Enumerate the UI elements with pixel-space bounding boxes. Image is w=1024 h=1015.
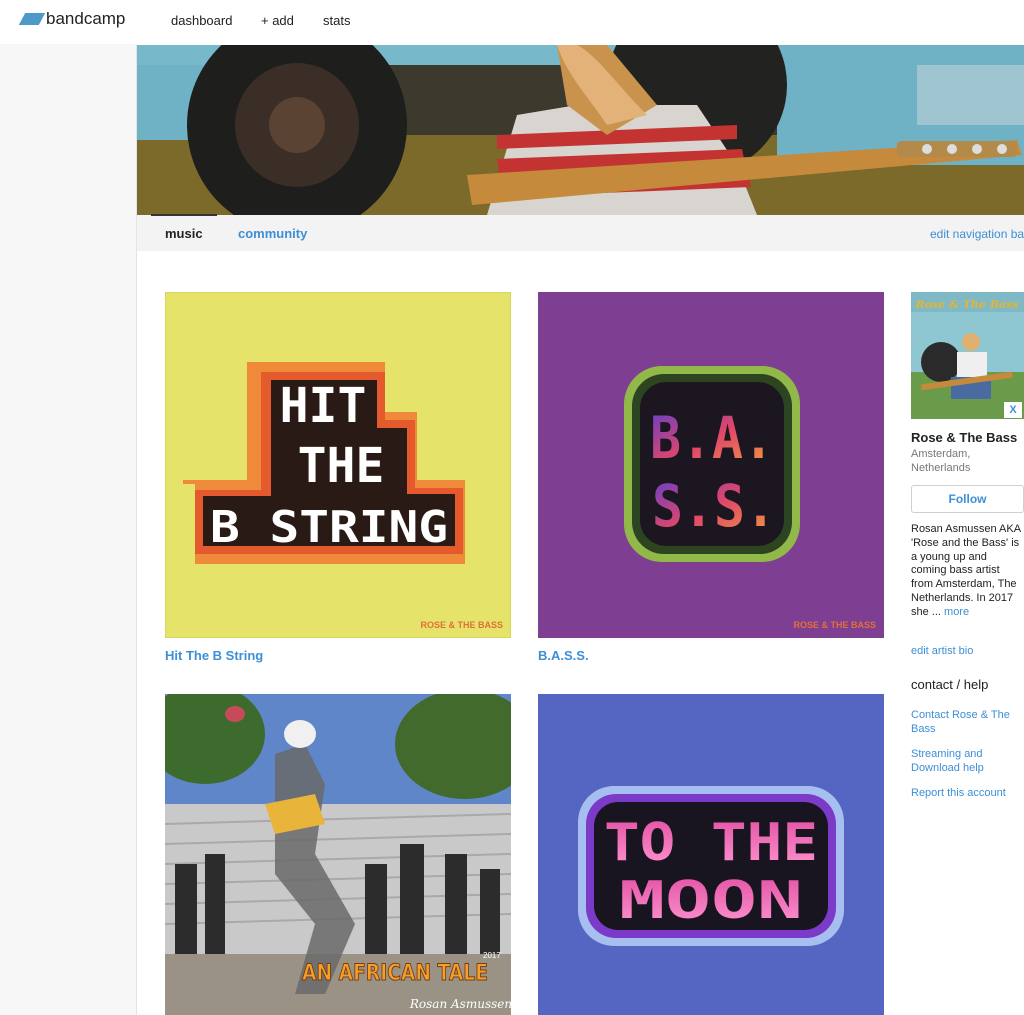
art-year: 2017	[483, 951, 501, 960]
edit-artist-bio-link[interactable]: edit artist bio	[911, 645, 1021, 659]
art-line-1: B.A.	[650, 404, 774, 472]
artist-location: Amsterdam, Netherlands	[911, 448, 971, 474]
report-account-link[interactable]: Report this account	[911, 787, 1021, 801]
bio-more-link[interactable]: more	[944, 606, 969, 618]
album-art: HIT THE B STRING ROSE & THE BASS	[165, 292, 511, 638]
edit-navigation-bar-link[interactable]: edit navigation bar	[930, 227, 1024, 241]
album-title-hit-the-b-string[interactable]: Hit The B String	[165, 648, 263, 663]
photo-caption: Rose & The Bass	[914, 298, 1018, 311]
banner-photo	[137, 45, 1024, 215]
streaming-download-help-link[interactable]: Streaming and Download help	[911, 748, 1006, 775]
album-title-bass[interactable]: B.A.S.S.	[538, 648, 589, 663]
nav-add[interactable]: + add	[261, 13, 294, 28]
artist-photo[interactable]: Rose & The Bass	[911, 292, 1024, 419]
artist-bio: Rosan Asmussen AKA 'Rose and the Bass' i…	[911, 523, 1021, 620]
art-label: ROSE & THE BASS	[793, 620, 876, 630]
art-line-2: MOON	[619, 871, 803, 931]
nav-stats[interactable]: stats	[323, 13, 350, 28]
artist-photo-image: Rose & The Bass	[911, 292, 1024, 419]
header-banner-image[interactable]	[137, 45, 1024, 215]
art-line-3: B STRING	[210, 502, 448, 553]
art-line-1: TO THE	[604, 813, 818, 873]
follow-button[interactable]: Follow	[911, 485, 1024, 513]
art-signature: Rosan Asmussen	[409, 997, 511, 1011]
tab-community[interactable]: community	[238, 226, 307, 241]
close-icon[interactable]: X	[1004, 402, 1022, 418]
album-cover-bass[interactable]: B.A. S.S. ROSE & THE BASS	[538, 292, 884, 638]
artist-name[interactable]: Rose & The Bass	[911, 430, 1017, 445]
top-bar: bandcamp dashboard + add stats	[0, 0, 1024, 44]
art-label: ROSE & THE BASS	[420, 620, 503, 630]
left-rail	[0, 44, 137, 1015]
art-line-2: S.S.	[652, 472, 776, 540]
album-cover-to-the-moon[interactable]: TO THE MOON	[538, 694, 884, 1015]
album-art: B.A. S.S. ROSE & THE BASS	[538, 292, 884, 638]
art-line-2: THE	[298, 438, 385, 494]
art-line-1: HIT	[280, 378, 367, 434]
album-art: AN AFRICAN TALE 2017 Rosan Asmussen	[165, 694, 511, 1015]
album-cover-an-african-tale[interactable]: AN AFRICAN TALE 2017 Rosan Asmussen	[165, 694, 511, 1015]
band-nav-bar: music community edit navigation bar	[137, 214, 1024, 251]
art-title-text: AN AFRICAN TALE	[302, 961, 488, 986]
contact-artist-link[interactable]: Contact Rose & The Bass	[911, 709, 1019, 736]
tab-music[interactable]: music	[151, 214, 217, 241]
nav-dashboard[interactable]: dashboard	[171, 13, 232, 28]
logo-text: bandcamp	[46, 9, 126, 28]
album-cover-hit-the-b-string[interactable]: HIT THE B STRING ROSE & THE BASS	[165, 292, 511, 638]
album-art: TO THE MOON	[538, 694, 884, 1015]
bandcamp-logo[interactable]: bandcamp	[18, 9, 126, 29]
bio-text: Rosan Asmussen AKA 'Rose and the Bass' i…	[911, 523, 1021, 618]
contact-help-heading: contact / help	[911, 677, 989, 692]
bandcamp-logo-icon	[18, 13, 46, 25]
